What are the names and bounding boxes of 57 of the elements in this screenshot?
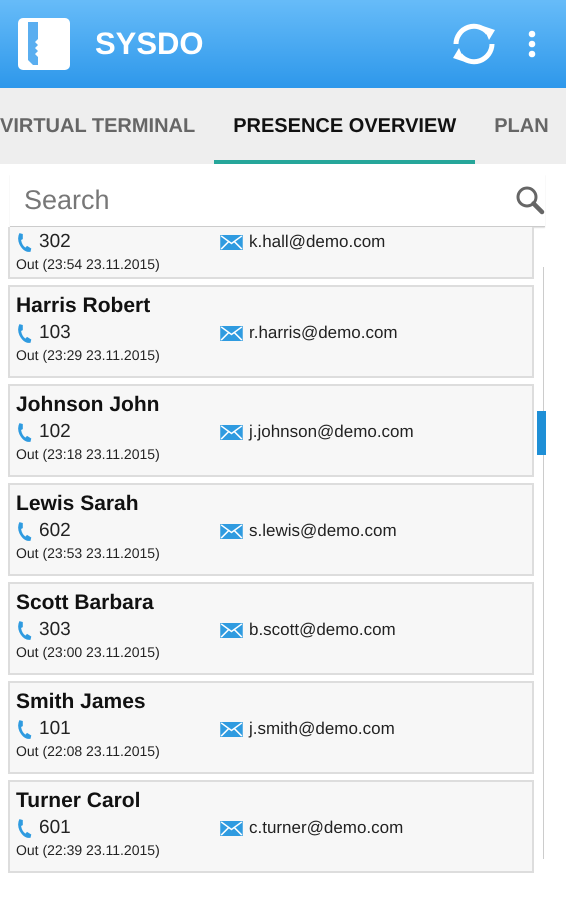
- extension-number: 103: [39, 322, 71, 344]
- phone-icon: [16, 718, 33, 740]
- contact-card[interactable]: Lewis Sarah 602 s.lewis@demo.com Out (23:53 23.11.2015): [8, 483, 534, 576]
- contact-card[interactable]: Scott Barbara 303 b.scott@demo.com Out (23:00 23.11.2015): [8, 582, 534, 675]
- extension-number: 302: [39, 231, 71, 253]
- envelope-icon: [220, 622, 243, 638]
- envelope-icon: [220, 234, 243, 250]
- extension-number: 601: [39, 817, 71, 839]
- email-address: b.scott@demo.com: [249, 620, 396, 640]
- envelope-icon: [220, 722, 243, 736]
- email-address: k.hall@demo.com: [249, 232, 386, 252]
- presence-status: Out (23:18 23.11.2015): [16, 446, 161, 462]
- envelope-icon: [220, 326, 243, 340]
- contact-card[interactable]: Harris Robert 103 r.harris@demo.com Out (23:29 23.11.2015): [8, 285, 534, 378]
- phone-icon: [16, 232, 33, 252]
- phone-icon: [16, 818, 33, 838]
- tab[interactable]: VIRTUAL TERMINAL: [0, 88, 214, 164]
- email-address: s.lewis@demo.com: [249, 521, 397, 541]
- tab[interactable]: PRESENCE OVERVIEW: [214, 88, 476, 164]
- envelope-icon: [220, 820, 243, 836]
- app-title: SYSDO: [95, 26, 204, 62]
- email-address: j.johnson@demo.com: [249, 422, 414, 442]
- presence-status: Out (23:29 23.11.2015): [16, 347, 161, 363]
- extension-number: 102: [39, 421, 71, 443]
- tab[interactable]: PLAN: [475, 88, 566, 164]
- email-address: j.smith@demo.com: [249, 719, 395, 739]
- presence-status: Out (22:08 23.11.2015): [16, 743, 161, 759]
- contact-card[interactable]: 302 k.hall@demo.com Out (23:54 23.11.2015): [8, 227, 534, 279]
- extension-number: 303: [39, 619, 71, 641]
- extension-number: 101: [39, 718, 71, 740]
- contact-name: Turner Carol: [16, 789, 142, 813]
- scrollbar-thumb[interactable]: [537, 411, 546, 455]
- phone-icon: [16, 620, 33, 640]
- contact-name: Scott Barbara: [16, 591, 155, 615]
- contact-card[interactable]: Smith James 101 j.smith@demo.com Out (22:08 23.11.2015): [8, 681, 534, 774]
- email-address: r.harris@demo.com: [249, 323, 398, 343]
- envelope-icon: [220, 524, 243, 538]
- phone-icon: [16, 422, 33, 442]
- contact-name: Johnson John: [16, 393, 160, 417]
- more-icon[interactable]: [528, 30, 536, 58]
- envelope-icon: [220, 424, 243, 440]
- presence-status: Out (23:00 23.11.2015): [16, 644, 161, 660]
- search-field[interactable]: Search: [22, 184, 515, 216]
- email-address: c.turner@demo.com: [249, 818, 404, 838]
- contact-card[interactable]: Turner Carol 601 c.turner@demo.com Out (22:39 23.11.2015): [8, 780, 534, 873]
- presence-status: Out (23:53 23.11.2015): [16, 545, 161, 561]
- presence-status: Out (23:54 23.11.2015): [16, 256, 161, 272]
- logo-icon: [18, 18, 70, 70]
- contact-name: Smith James: [16, 690, 147, 714]
- contact-name: Harris Robert: [16, 294, 152, 318]
- phone-icon: [16, 322, 33, 344]
- contact-name: Lewis Sarah: [16, 492, 140, 516]
- presence-status: Out (22:39 23.11.2015): [16, 842, 161, 858]
- contact-card[interactable]: Johnson John 102 j.johnson@demo.com Out (23:18 23.11.2015): [8, 384, 534, 477]
- extension-number: 602: [39, 520, 71, 542]
- phone-icon: [16, 520, 33, 542]
- search-icon[interactable]: [515, 185, 545, 215]
